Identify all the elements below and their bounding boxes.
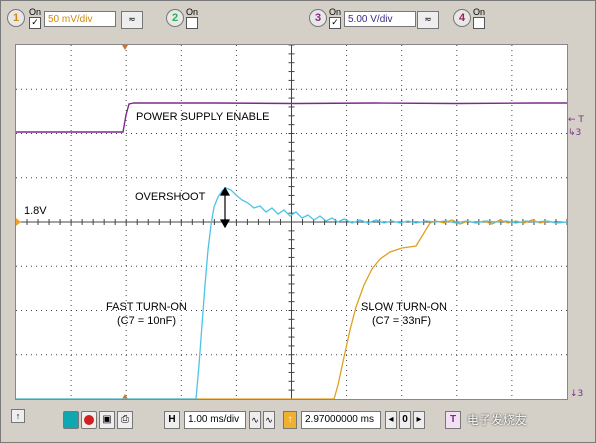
trigger-position-marker-bottom[interactable] xyxy=(122,394,128,399)
center-axes xyxy=(16,45,567,399)
wave-up-icon: ∿ xyxy=(265,415,273,425)
caret-left-icon: ◂ xyxy=(388,414,394,425)
overshoot-arrow xyxy=(219,186,231,229)
trigger-level-marker[interactable]: ← T xyxy=(568,115,584,125)
voltage-level-label: 1.8V xyxy=(24,205,47,217)
ac-coupling-icon: ≂ xyxy=(424,15,432,25)
caret-right-icon: ▸ xyxy=(416,414,422,425)
channel-2-badge[interactable]: 2 xyxy=(166,9,184,27)
waveform-canvas xyxy=(16,45,567,399)
timebase-down-button[interactable]: ∿ xyxy=(249,411,261,429)
slow-turn-on-capacitor: (C7 = 33nF) xyxy=(372,315,431,327)
timebase-field[interactable]: 1.00 ms/div xyxy=(184,411,246,429)
timebase-up-button[interactable]: ∿ xyxy=(263,411,275,429)
channel-1-on-label: On xyxy=(29,7,42,17)
fast-turn-on-capacitor: (C7 = 10nF) xyxy=(117,315,176,327)
stop-button[interactable] xyxy=(81,411,97,429)
zero-icon: 0 xyxy=(402,414,408,425)
channel-1-badge[interactable]: 1 xyxy=(7,9,25,27)
trigger-mode-button[interactable]: T xyxy=(445,411,461,429)
trigger-position-marker-top[interactable] xyxy=(122,45,128,50)
channel-3-on-checkbox[interactable]: ✓ xyxy=(329,17,341,29)
channel-3-offset-marker[interactable]: ↳3 xyxy=(568,128,581,138)
single-button[interactable]: ▣ xyxy=(99,411,115,429)
horizontal-button[interactable]: H xyxy=(164,411,180,429)
channel-toolbar: 1 On ✓ 50 mV/div ≂ 2 On 3 On ✓ 5.00 V/di… xyxy=(1,1,596,39)
power-supply-enable-label: POWER SUPPLY ENABLE xyxy=(136,111,270,123)
wave-down-icon: ∿ xyxy=(251,415,259,425)
image-icon: ▣ xyxy=(102,414,112,425)
channel-1-ground-marker[interactable] xyxy=(16,218,21,226)
trigger-position-field[interactable]: 2.97000000 ms xyxy=(301,411,381,429)
ref-marker-button[interactable]: ↑ xyxy=(11,409,25,423)
position-left-button[interactable]: ◂ xyxy=(385,411,397,429)
ac-coupling-icon: ≂ xyxy=(128,15,136,25)
channel-3-scale-field[interactable]: 5.00 V/div xyxy=(344,11,416,27)
position-right-button[interactable]: ▸ xyxy=(413,411,425,429)
scope-window: 1 On ✓ 50 mV/div ≂ 2 On 3 On ✓ 5.00 V/di… xyxy=(0,0,596,443)
channel-2-on-label: On xyxy=(186,7,199,17)
channel-3-bottom-marker[interactable]: ↓3 xyxy=(570,389,583,399)
channel-4-badge[interactable]: 4 xyxy=(453,9,471,27)
position-zero-button[interactable]: 0 xyxy=(399,411,411,429)
waveform-display[interactable]: POWER SUPPLY ENABLE OVERSHOOT 1.8V FAST … xyxy=(15,44,568,400)
channel-1-coupling-button[interactable]: ≂ xyxy=(121,11,143,29)
channel-4-on-label: On xyxy=(473,7,486,17)
channel-2-on-checkbox[interactable] xyxy=(186,17,198,29)
channel-3-badge[interactable]: 3 xyxy=(309,9,327,27)
channel-3-coupling-button[interactable]: ≂ xyxy=(417,11,439,29)
printer-icon: ⎙ xyxy=(121,414,129,425)
channel-4-on-checkbox[interactable] xyxy=(473,17,485,29)
slow-turn-on-title: SLOW TURN-ON xyxy=(361,301,447,313)
stop-icon xyxy=(84,415,94,425)
channel-1-on-checkbox[interactable]: ✓ xyxy=(29,17,41,29)
overshoot-label: OVERSHOOT xyxy=(135,191,206,203)
trigger-position-button[interactable]: ↑ xyxy=(283,411,297,429)
print-button[interactable]: ⎙ xyxy=(117,411,133,429)
channel-3-on-label: On xyxy=(329,7,342,17)
run-button[interactable] xyxy=(63,411,79,429)
fast-turn-on-title: FAST TURN-ON xyxy=(106,301,187,313)
channel-1-scale-field[interactable]: 50 mV/div xyxy=(44,11,116,27)
watermark: 电子发烧友 xyxy=(467,413,528,427)
